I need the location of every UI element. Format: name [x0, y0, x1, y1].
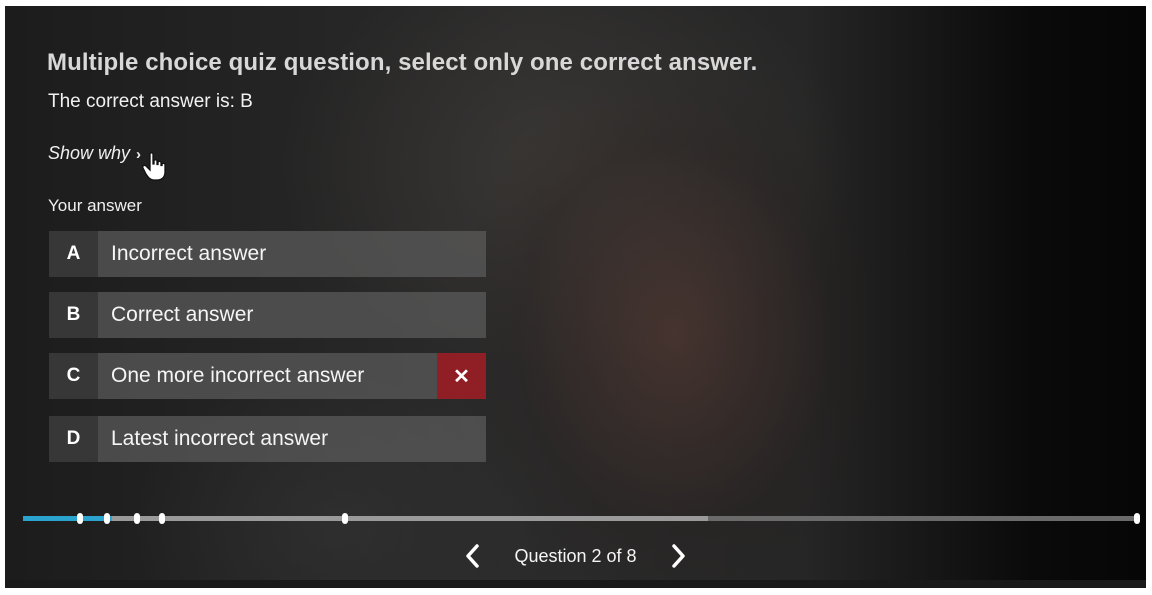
progress-marker[interactable] [159, 513, 166, 524]
question-title: Multiple choice quiz question, select on… [47, 49, 758, 76]
your-answer-label: Your answer [48, 196, 142, 215]
hand-cursor-icon [142, 152, 166, 181]
question-counter: Question 2 of 8 [514, 545, 637, 566]
option-label: One more incorrect answer [111, 364, 365, 387]
show-why-label: Show why [48, 143, 131, 163]
option-label: Latest incorrect answer [111, 427, 329, 450]
option-c[interactable]: C One more incorrect answer ✕ [49, 353, 486, 399]
progress-marker[interactable] [1134, 513, 1140, 524]
option-letter: D [49, 416, 98, 462]
progress-marker[interactable] [76, 513, 83, 524]
chevron-right-icon[interactable] [665, 541, 691, 571]
option-letter: B [49, 292, 98, 338]
progress-marker[interactable] [103, 513, 110, 524]
option-b[interactable]: B Correct answer [49, 292, 486, 338]
option-letter: A [49, 231, 98, 277]
bottom-strip [5, 580, 1146, 588]
quiz-video-frame: Multiple choice quiz question, select on… [5, 6, 1146, 588]
option-label: Correct answer [111, 303, 254, 326]
option-label: Incorrect answer [111, 242, 267, 265]
progress-buffered [23, 516, 709, 521]
option-a[interactable]: A Incorrect answer [49, 231, 486, 277]
correct-answer-text: The correct answer is: B [48, 91, 253, 112]
option-d[interactable]: D Latest incorrect answer [49, 416, 486, 462]
progress-bar[interactable] [23, 513, 1140, 524]
incorrect-x-icon: ✕ [437, 353, 486, 399]
chevron-right-icon: › [136, 146, 142, 163]
question-navigation: Question 2 of 8 [5, 541, 1146, 571]
chevron-left-icon[interactable] [460, 541, 486, 571]
progress-played [23, 516, 113, 521]
progress-marker[interactable] [341, 513, 348, 524]
option-letter: C [49, 353, 98, 399]
progress-marker[interactable] [133, 513, 140, 524]
show-why-link[interactable]: Show why › [48, 143, 141, 164]
